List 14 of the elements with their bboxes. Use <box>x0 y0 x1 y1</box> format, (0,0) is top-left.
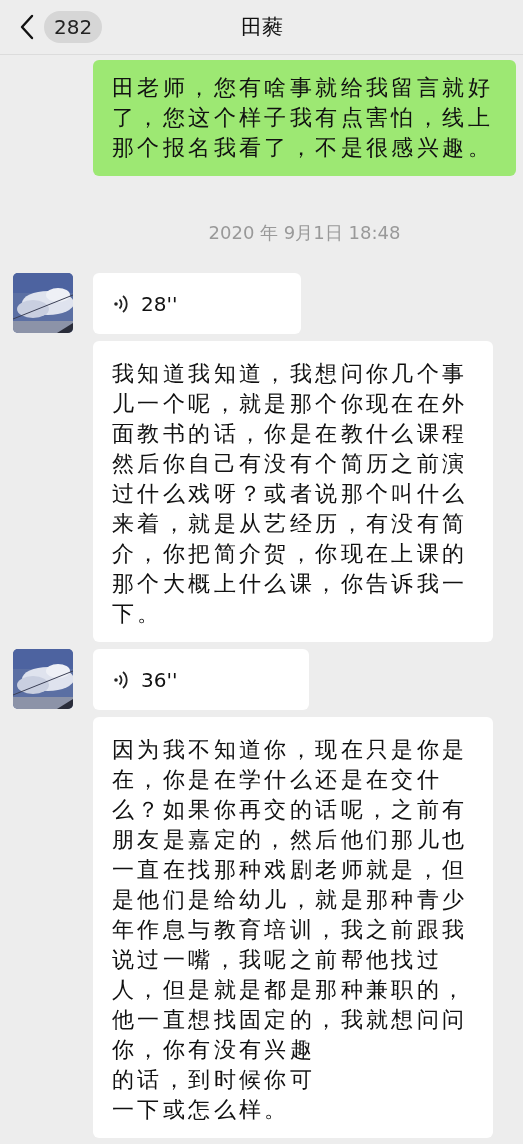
voice-icon <box>113 292 129 315</box>
message-text: 一下或怎么样。 <box>112 1096 291 1124</box>
message-bubble: 田老师，您有啥事就给我留言就好了，您这个样子我有点害怕，线上那个报名我看了，不是很感兴趣。 <box>93 60 516 176</box>
chat-title: 田蕤 <box>239 14 284 41</box>
timestamp: 2020 年 9月1日 18:48 <box>208 221 401 245</box>
back-icon <box>20 14 34 40</box>
message-bubble: 我知道我知道，我想问你几个事儿一个呢，就是那个你现在在外面教书的话，你是在教什么课程然后你自己有没有个简历之前演过什么戏呀？或者说那个叫什么来着，就是从艺经历，有没有简介，你把简介贺，你现在上课的那个大概上什么课，你告诉我一下。 <box>93 341 493 642</box>
voice-message[interactable]: 36'' <box>93 649 309 710</box>
message-text: 的话，到时候你可 <box>112 1066 317 1094</box>
voice-message[interactable]: 28'' <box>93 273 301 334</box>
back-button[interactable] <box>20 14 34 40</box>
unread-count[interactable]: 282 <box>44 11 103 43</box>
voice-icon <box>113 668 129 691</box>
message-text: 因为我不知道你，现在只是你是在，你是在学什么还是在交什么？如果你再交的话呢，之前有朋友是嘉定的，然后他们那儿也一直在找那种戏剧老师就是，但是他们是给幼儿，就是那种青少年作息与教育培训，我之前跟我说过一嘴，我呢之前帮他找过人，但是就是都是那种兼职的，他一直想找固定的，我就想问问你，你有没有兴趣 <box>112 736 469 1064</box>
